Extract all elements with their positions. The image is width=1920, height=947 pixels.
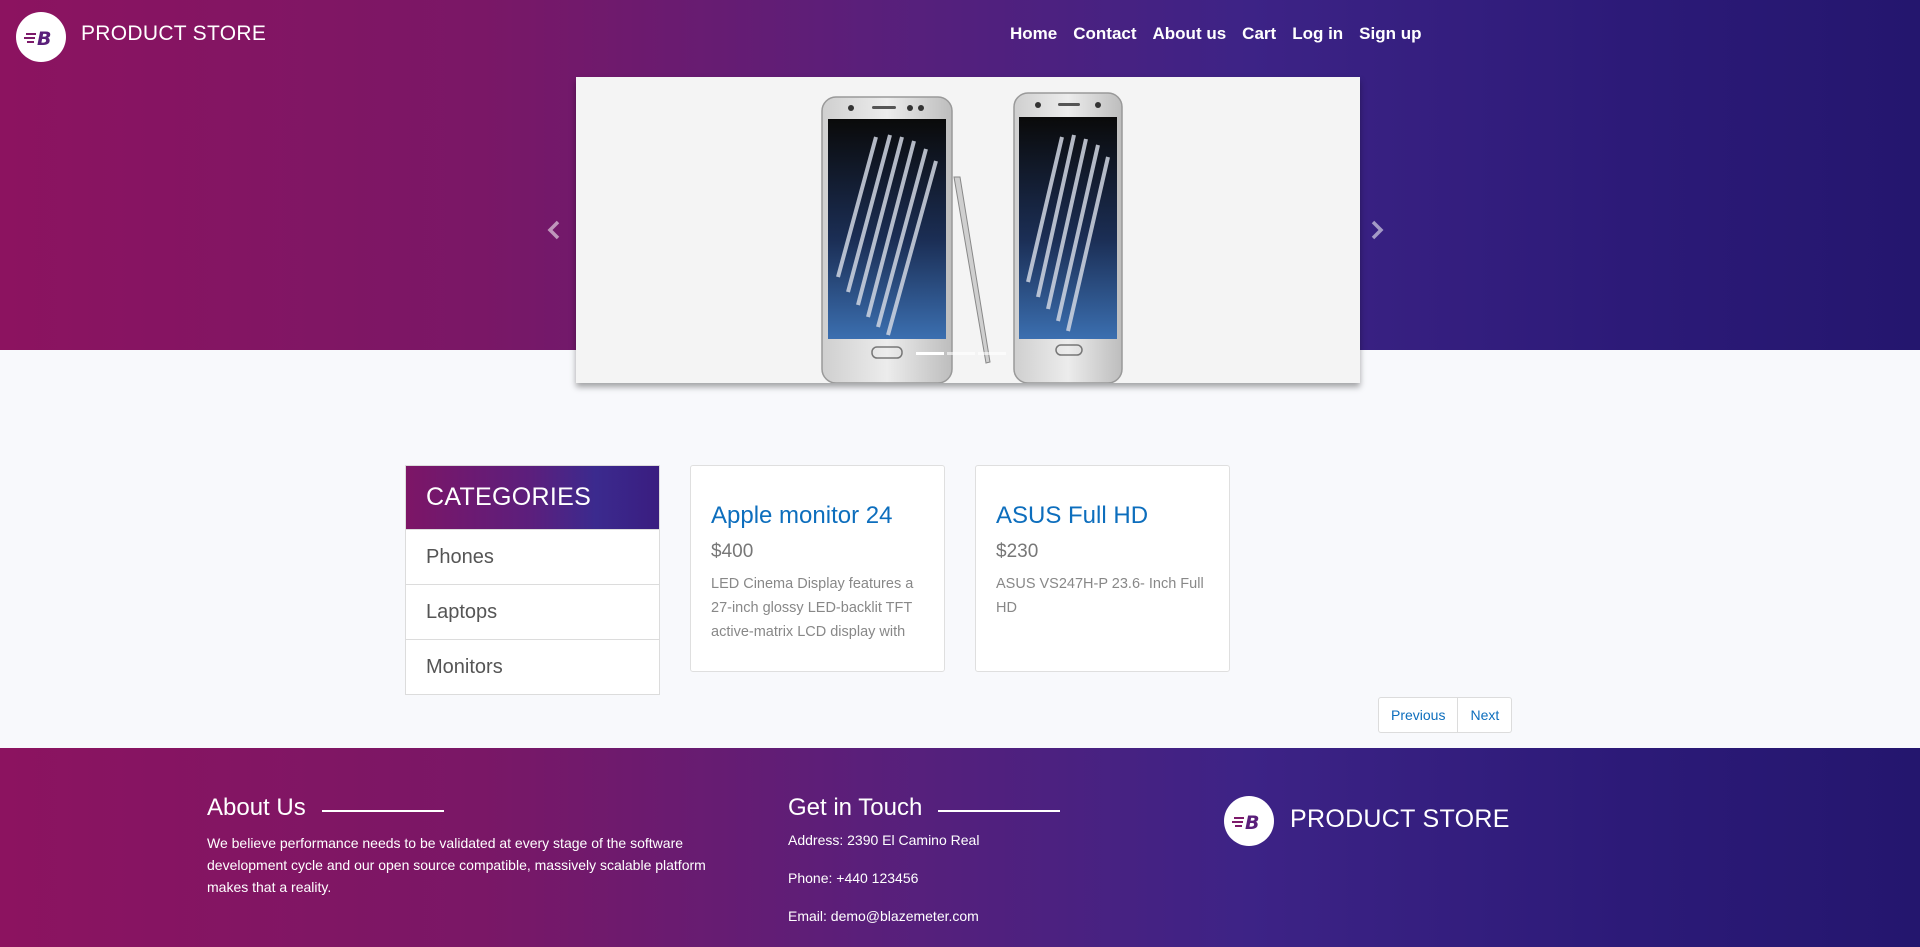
svg-text:B: B: [37, 28, 51, 48]
product-title-link[interactable]: Apple monitor 24: [711, 502, 924, 530]
contact-address: Address: 2390 El Camino Real: [788, 832, 980, 848]
nav-about-us[interactable]: About us: [1153, 24, 1227, 44]
category-monitors[interactable]: Monitors: [406, 639, 659, 694]
carousel-indicator[interactable]: [978, 352, 1006, 355]
categories-panel: CATEGORIES Phones Laptops Monitors: [405, 465, 660, 695]
product-card: Apple monitor 24 $400 LED Cinema Display…: [690, 465, 945, 672]
footer: About Us We believe performance needs to…: [0, 748, 1920, 947]
footer-touch-heading: Get in Touch: [788, 794, 1061, 822]
svg-text:B: B: [1245, 812, 1259, 832]
blazemeter-logo-icon: B: [1224, 796, 1274, 846]
main-nav: Home Contact About us Cart Log in Sign u…: [1010, 24, 1422, 44]
previous-button[interactable]: Previous: [1378, 697, 1459, 733]
about-title: About Us: [207, 794, 306, 821]
nav-home[interactable]: Home: [1010, 24, 1057, 44]
contact-phone: Phone: +440 123456: [788, 870, 919, 886]
product-title-link[interactable]: ASUS Full HD: [996, 502, 1209, 530]
product-card: ASUS Full HD $230 ASUS VS247H-P 23.6- In…: [975, 465, 1230, 672]
blazemeter-logo-icon[interactable]: B: [16, 12, 66, 62]
product-carousel[interactable]: [576, 77, 1360, 383]
footer-about-heading: About Us: [207, 794, 444, 822]
samsung-galaxy-note-phones-image: [821, 92, 1123, 383]
heading-divider: [321, 810, 444, 812]
nav-log-in[interactable]: Log in: [1292, 24, 1343, 44]
product-price: $400: [711, 541, 754, 562]
chevron-right-icon[interactable]: [1367, 215, 1387, 245]
carousel-indicator[interactable]: [916, 352, 944, 355]
contact-email: Email: demo@blazemeter.com: [788, 908, 979, 924]
carousel-indicators: [916, 352, 1006, 355]
brand-name[interactable]: PRODUCT STORE: [81, 22, 266, 46]
product-description: LED Cinema Display features a 27-inch gl…: [711, 576, 914, 640]
touch-title: Get in Touch: [788, 794, 923, 821]
carousel-indicator[interactable]: [947, 352, 975, 355]
about-text: We believe performance needs to be valid…: [207, 835, 706, 895]
pagination: Previous Next: [1378, 697, 1513, 733]
footer-brand-name: PRODUCT STORE: [1290, 805, 1510, 833]
heading-divider: [938, 810, 1061, 812]
nav-sign-up[interactable]: Sign up: [1359, 24, 1421, 44]
product-description: ASUS VS247H-P 23.6- Inch Full HD: [996, 576, 1204, 616]
category-phones[interactable]: Phones: [406, 529, 659, 584]
product-price: $230: [996, 541, 1039, 562]
chevron-left-icon[interactable]: [544, 215, 564, 245]
next-button[interactable]: Next: [1458, 697, 1513, 733]
nav-contact[interactable]: Contact: [1073, 24, 1136, 44]
category-laptops[interactable]: Laptops: [406, 584, 659, 639]
nav-cart[interactable]: Cart: [1242, 24, 1276, 44]
categories-title[interactable]: CATEGORIES: [406, 466, 659, 529]
